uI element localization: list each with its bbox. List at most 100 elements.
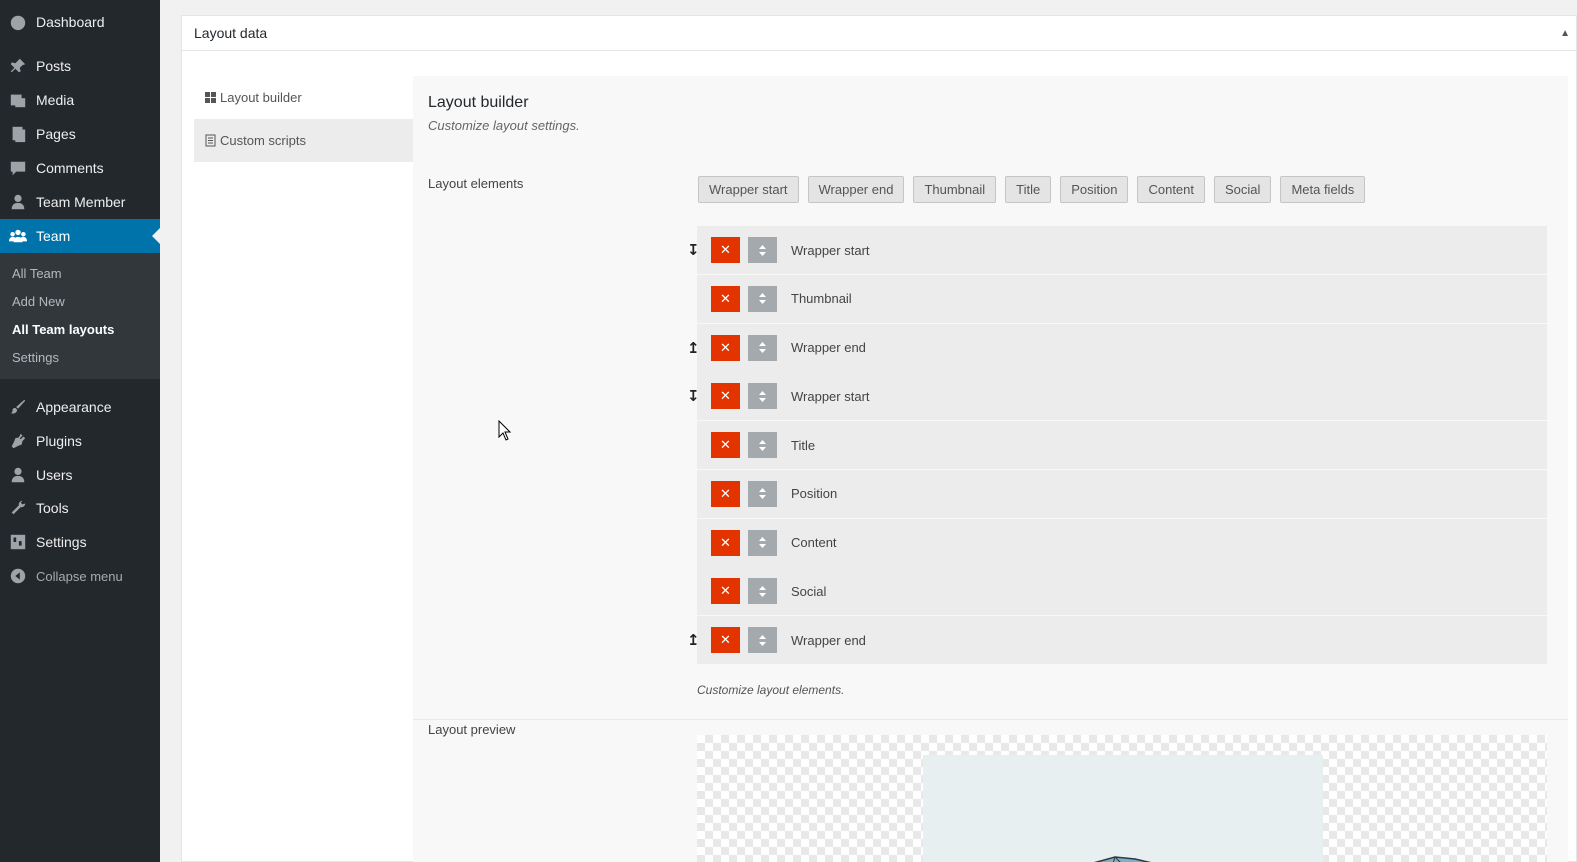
paintbrush-icon — [0, 398, 36, 416]
submenu-all-team[interactable]: All Team — [12, 266, 62, 281]
delete-element-button[interactable]: ✕ — [711, 529, 740, 556]
element-label: Wrapper start — [791, 242, 870, 258]
settings-tabs: Layout builder Custom scripts — [194, 76, 414, 162]
layout-element-row[interactable]: ↧ ✕ Wrapper start — [687, 372, 1547, 421]
layout-element-row[interactable]: ✕ Social — [697, 567, 1547, 616]
tab-custom-scripts[interactable]: Custom scripts — [194, 119, 414, 162]
close-icon: ✕ — [720, 485, 731, 501]
menu-team[interactable]: Team — [0, 219, 160, 253]
dashboard-icon — [0, 13, 36, 31]
delete-element-button[interactable]: ✕ — [711, 237, 740, 263]
menu-comments[interactable]: Comments — [0, 151, 160, 185]
layout-element-row[interactable]: ↥ ✕ Wrapper end — [687, 323, 1547, 372]
chip-content[interactable]: Content — [1137, 176, 1206, 203]
section-title: Layout builder — [428, 94, 529, 111]
menu-label: Comments — [36, 160, 104, 176]
layout-element-row[interactable]: ✕ Position — [697, 469, 1547, 518]
code-icon — [204, 134, 217, 147]
element-label: Wrapper end — [791, 632, 866, 648]
menu-label: Media — [36, 92, 75, 108]
delete-element-button[interactable]: ✕ — [711, 480, 740, 507]
menu-media[interactable]: Media — [0, 83, 160, 117]
delete-element-button[interactable]: ✕ — [711, 627, 740, 653]
move-handle[interactable] — [748, 578, 777, 605]
move-handle[interactable] — [748, 432, 777, 458]
chip-wrapper-start[interactable]: Wrapper start — [698, 176, 799, 203]
wrapper-close-arrow-icon: ↥ — [687, 339, 700, 357]
close-icon: ✕ — [720, 339, 731, 355]
wrapper-close-arrow-icon: ↥ — [687, 632, 700, 649]
collapse-menu-button[interactable]: Collapse menu — [0, 559, 160, 593]
wrapper-open-arrow-icon: ↧ — [687, 242, 700, 259]
element-label: Wrapper start — [791, 388, 870, 404]
wrench-icon — [0, 499, 36, 517]
users-icon — [0, 466, 36, 484]
menu-pages[interactable]: Pages — [0, 117, 160, 151]
chip-wrapper-end[interactable]: Wrapper end — [807, 176, 905, 203]
delete-element-button[interactable]: ✕ — [711, 334, 740, 361]
move-handle[interactable] — [748, 383, 777, 410]
metabox-title: Layout data — [194, 25, 268, 41]
submenu-all-team-layouts[interactable]: All Team layouts — [12, 322, 114, 337]
move-handle[interactable] — [748, 285, 777, 312]
pushpin-icon — [0, 57, 36, 75]
sort-icon — [759, 585, 766, 597]
menu-dashboard[interactable]: Dashboard — [0, 5, 160, 39]
move-handle[interactable] — [748, 334, 777, 361]
move-handle[interactable] — [748, 237, 777, 263]
preview-card — [923, 755, 1323, 862]
layout-element-row[interactable]: ✕ Title — [697, 421, 1547, 469]
chip-meta-fields[interactable]: Meta fields — [1280, 176, 1366, 203]
menu-tools[interactable]: Tools — [0, 491, 160, 525]
sort-icon — [759, 244, 766, 256]
move-handle[interactable] — [748, 627, 777, 653]
tab-content: Layout builder Customize layout settings… — [413, 76, 1568, 862]
close-icon: ✕ — [720, 534, 731, 550]
delete-element-button[interactable]: ✕ — [711, 383, 740, 410]
menu-team-member[interactable]: Team Member — [0, 185, 160, 219]
media-icon — [0, 91, 36, 109]
tab-layout-builder[interactable]: Layout builder — [194, 76, 414, 119]
move-handle[interactable] — [748, 529, 777, 556]
sort-icon — [759, 293, 766, 305]
layout-element-row[interactable]: ✕ Content — [697, 518, 1547, 567]
chip-social[interactable]: Social — [1214, 176, 1272, 203]
close-icon: ✕ — [720, 290, 731, 306]
chip-title[interactable]: Title — [1005, 176, 1052, 203]
sort-icon — [759, 488, 766, 500]
submenu-add-new[interactable]: Add New — [12, 294, 65, 309]
metabox-header[interactable]: Layout data ▲ — [182, 16, 1576, 51]
close-icon: ✕ — [720, 632, 731, 647]
comment-icon — [0, 159, 36, 177]
element-label: Thumbnail — [791, 291, 852, 307]
menu-settings[interactable]: Settings — [0, 525, 160, 559]
delete-element-button[interactable]: ✕ — [711, 285, 740, 312]
move-handle[interactable] — [748, 480, 777, 507]
menu-plugins[interactable]: Plugins — [0, 424, 160, 458]
sort-icon — [759, 390, 766, 402]
collapse-icon — [0, 567, 36, 585]
sort-icon — [759, 537, 766, 548]
menu-label: Pages — [36, 126, 76, 142]
layout-elements-description: Customize layout elements. — [697, 683, 845, 697]
collapse-toggle-icon[interactable]: ▲ — [1560, 28, 1570, 39]
element-chips: Wrapper start Wrapper end Thumbnail Titl… — [698, 176, 1366, 203]
layout-elements-list: ↧ ✕ Wrapper start ✕ Thumbnail ↥ ✕ Wrapper end ↧ ✕… — [687, 226, 1547, 665]
user-icon — [0, 193, 36, 211]
submenu-settings[interactable]: Settings — [12, 350, 59, 365]
layout-preview — [697, 735, 1547, 862]
menu-label: Appearance — [36, 399, 112, 415]
menu-posts[interactable]: Posts — [0, 49, 160, 83]
wrapper-open-arrow-icon: ↧ — [687, 388, 700, 406]
delete-element-button[interactable]: ✕ — [711, 578, 740, 605]
menu-appearance[interactable]: Appearance — [0, 390, 160, 424]
layout-element-row[interactable]: ✕ Thumbnail — [697, 274, 1547, 323]
layout-element-row[interactable]: ↥ ✕ Wrapper end — [687, 616, 1547, 664]
menu-users[interactable]: Users — [0, 458, 160, 492]
layout-element-row[interactable]: ↧ ✕ Wrapper start — [687, 226, 1547, 274]
chip-position[interactable]: Position — [1060, 176, 1129, 203]
chip-thumbnail[interactable]: Thumbnail — [913, 176, 997, 203]
team-submenu: All Team Add New All Team layouts Settin… — [0, 253, 160, 379]
menu-label: Users — [36, 467, 73, 483]
delete-element-button[interactable]: ✕ — [711, 432, 740, 458]
